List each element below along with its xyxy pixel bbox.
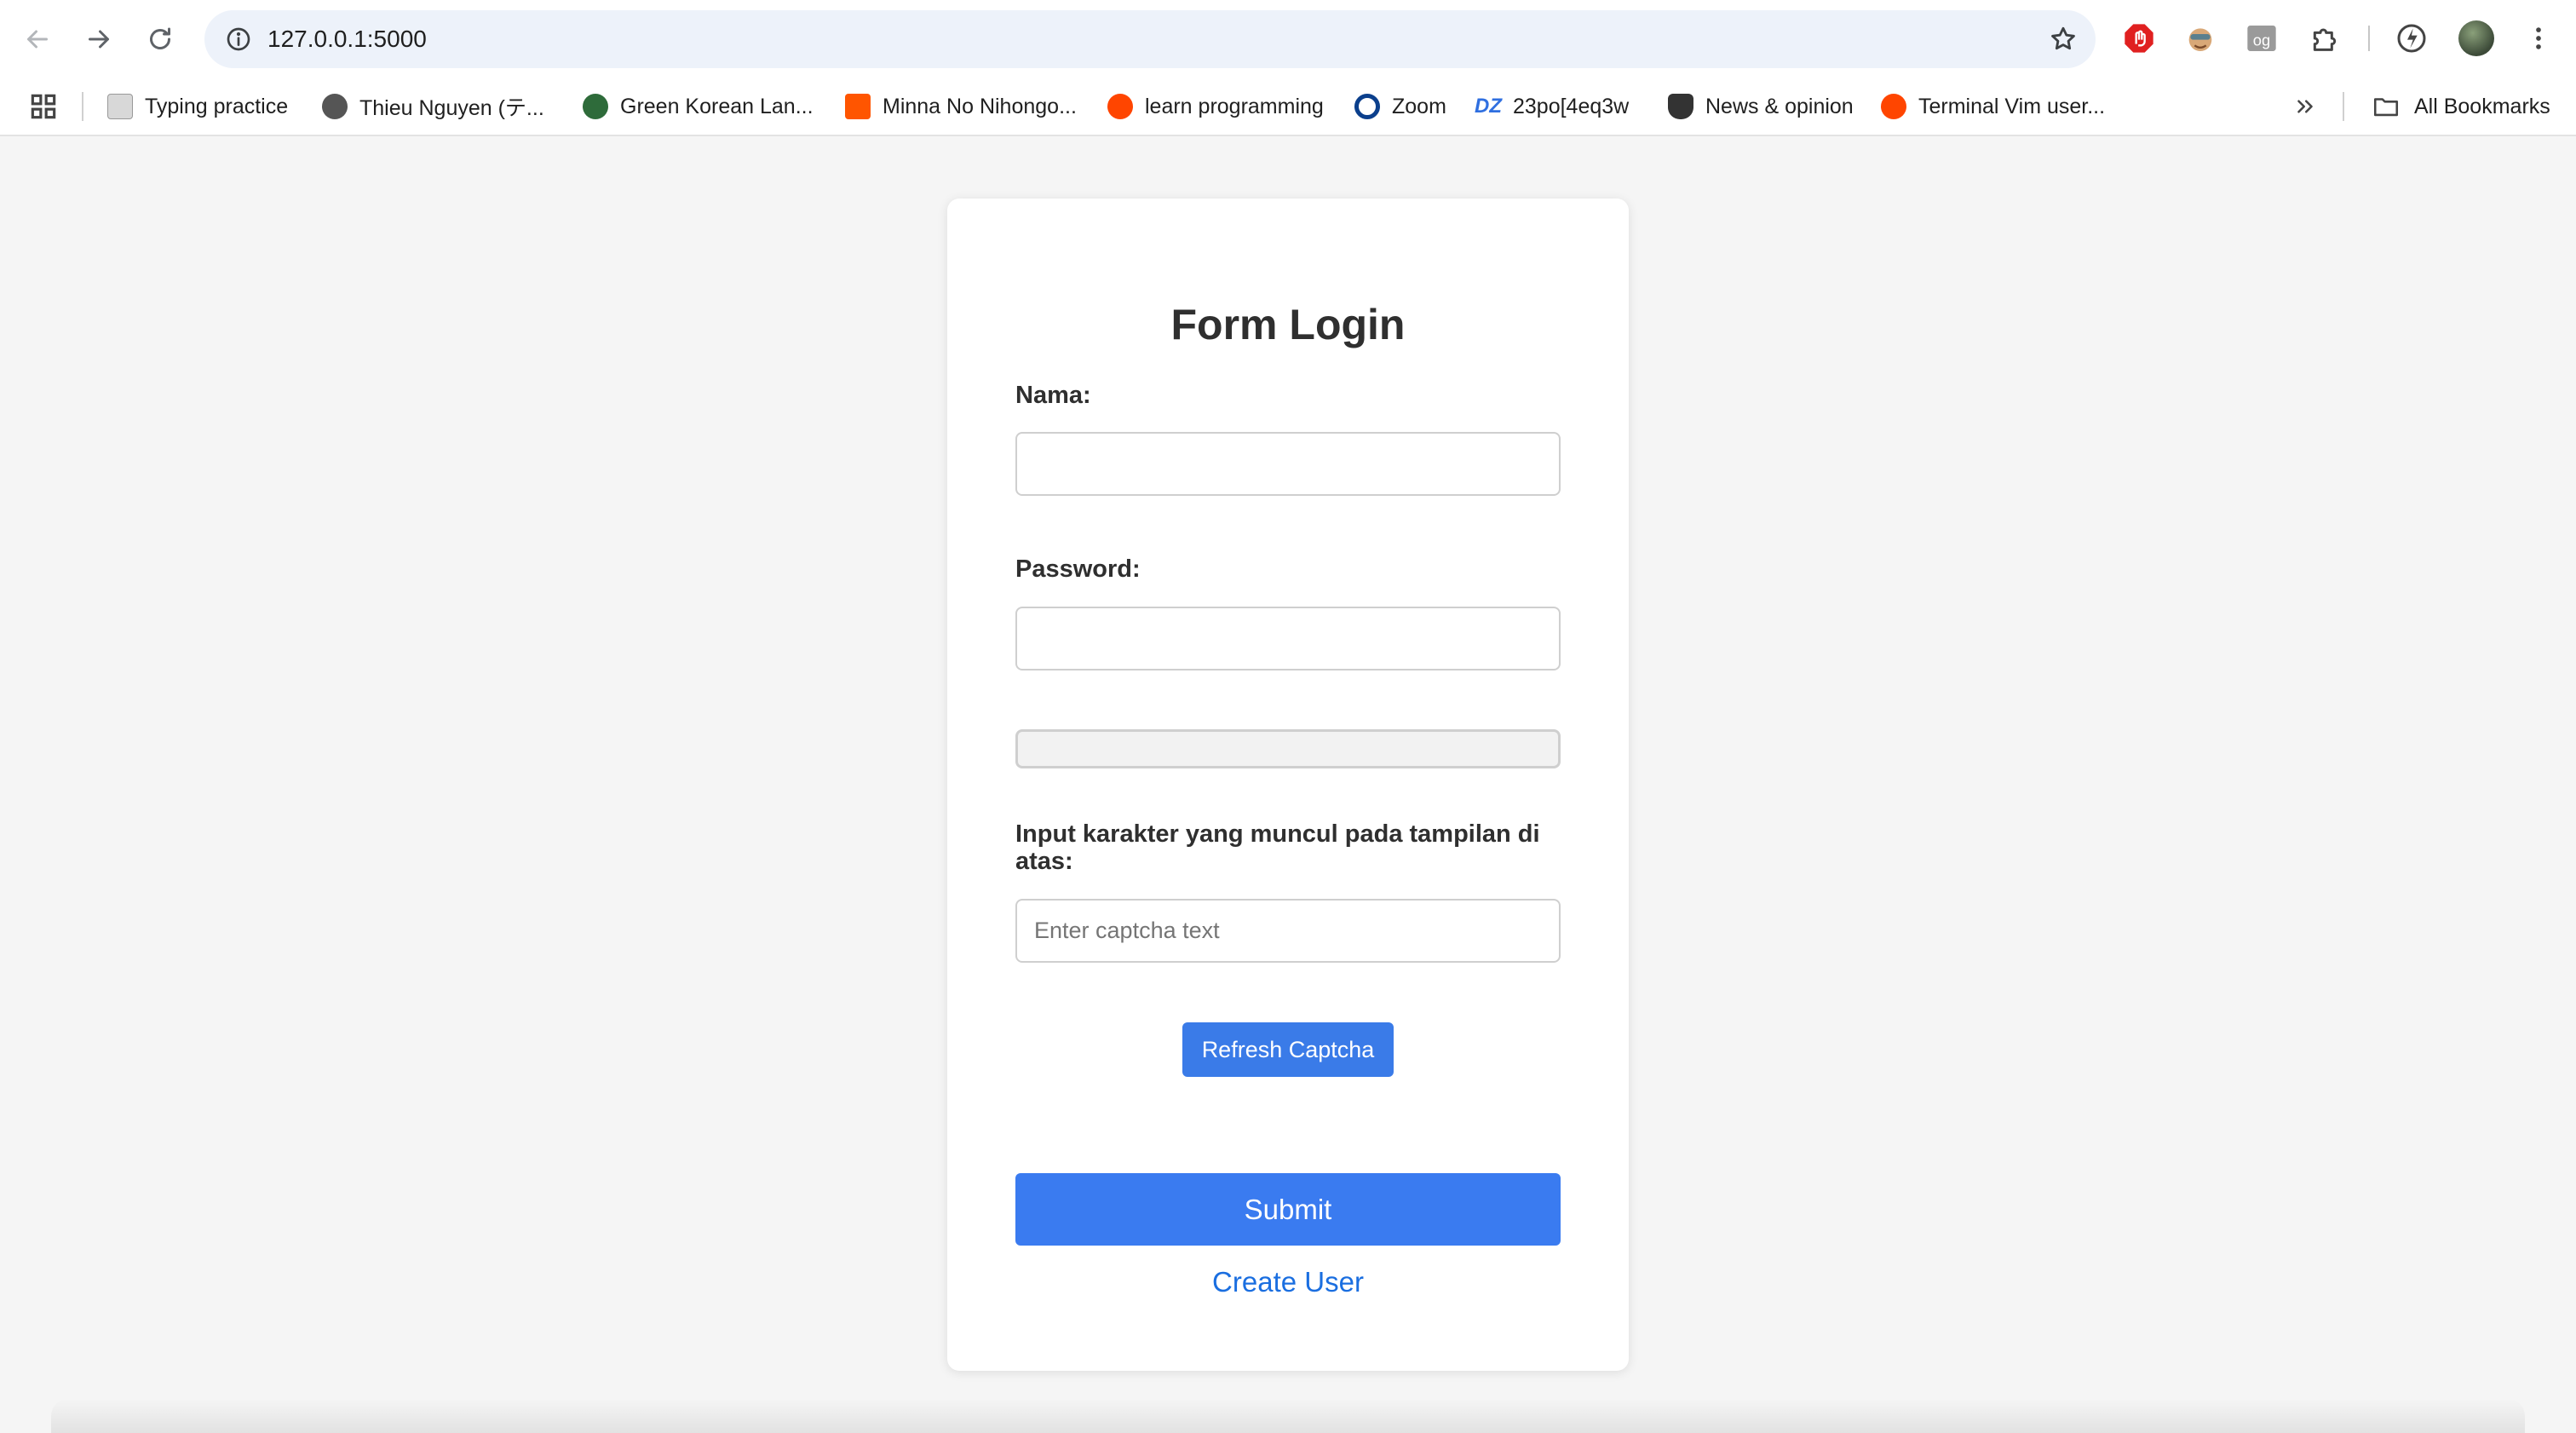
bookmark-typing-practice[interactable]: Typing practice (107, 77, 288, 136)
browser-toolbar: 127.0.0.1:5000 og (0, 0, 2576, 77)
site-info-icon[interactable] (221, 22, 256, 56)
reddit-favicon-icon (1107, 94, 1133, 119)
puzzle-extension-icon[interactable] (2305, 19, 2344, 58)
bookmark-label: learn programming (1145, 94, 1324, 118)
dz-favicon-icon: DZ (1475, 95, 1502, 118)
captcha-image (1015, 729, 1561, 768)
create-user-link[interactable]: Create User (947, 1265, 1629, 1299)
refresh-captcha-button[interactable]: Refresh Captcha (1182, 1022, 1394, 1077)
bookmark-label: Typing practice (145, 94, 289, 118)
form-title: Form Login (1170, 301, 1406, 348)
reddit-favicon-icon (1881, 94, 1906, 119)
submit-button[interactable]: Submit (1015, 1173, 1561, 1246)
bookmark-thieu-nguyen[interactable]: Thieu Nguyen (テ... (322, 77, 544, 136)
url-text[interactable]: 127.0.0.1:5000 (267, 10, 427, 68)
svg-text:og: og (2253, 31, 2270, 49)
reload-icon (150, 27, 170, 49)
browser-menu-icon[interactable] (2521, 19, 2556, 58)
bookmark-label: News & opinion (1705, 94, 1854, 118)
adblock-extension-icon[interactable] (2119, 19, 2159, 58)
window-bottom-shadow (51, 1399, 2525, 1433)
captcha-input[interactable] (1015, 899, 1561, 963)
performance-icon[interactable] (2392, 19, 2431, 58)
bookmark-terminal-vim[interactable]: Terminal Vim user... (1881, 77, 2105, 136)
bookmark-news-opinion[interactable]: News & opinion (1668, 77, 1854, 136)
profile-avatar[interactable] (2458, 20, 2494, 56)
login-card: Form Login Nama: Password: Input karakte… (947, 199, 1629, 1371)
globe-favicon-icon (322, 94, 348, 119)
bookmark-minna-no-nihongo[interactable]: Minna No Nihongo... (845, 77, 1077, 136)
password-input[interactable] (1015, 607, 1561, 670)
captcha-label: Input karakter yang muncul pada tampilan… (1015, 820, 1540, 875)
arrow-left-icon (27, 30, 48, 49)
address-bar[interactable]: 127.0.0.1:5000 (204, 10, 2096, 68)
bookmark-label: Terminal Vim user... (1918, 94, 2106, 118)
soundcloud-favicon-icon (845, 94, 871, 119)
reload-button[interactable] (136, 15, 184, 63)
password-label: Password: (1015, 555, 1141, 583)
forward-button[interactable] (75, 15, 123, 63)
name-label: Nama: (1015, 382, 1091, 409)
bookmark-label: Green Korean Lan... (620, 94, 814, 118)
og-extension-icon[interactable]: og (2242, 19, 2281, 58)
toolbar-separator (2368, 26, 2370, 51)
bookmarks-separator (2343, 92, 2344, 121)
bookmark-zoom[interactable]: Zoom (1354, 77, 1446, 136)
bookmarks-bar: Typing practice Thieu Nguyen (テ... Green… (0, 77, 2576, 136)
all-bookmarks-label: All Bookmarks (2414, 94, 2550, 118)
bookmark-23po4eq3w[interactable]: DZ 23po[4eq3w (1475, 77, 1629, 136)
arrow-right-icon (89, 30, 109, 49)
all-bookmarks-button[interactable]: All Bookmarks (2372, 77, 2550, 136)
bookmark-label: 23po[4eq3w (1513, 94, 1630, 118)
bookmark-label: Minna No Nihongo... (883, 94, 1077, 118)
bookmark-learn-programming[interactable]: learn programming (1107, 77, 1324, 136)
shield-favicon-icon (1668, 94, 1693, 119)
bookmark-star-icon[interactable] (2044, 20, 2082, 58)
bookmark-label: Thieu Nguyen (テ... (359, 96, 544, 120)
back-button[interactable] (14, 15, 61, 63)
zoom-favicon-icon (1354, 94, 1380, 119)
name-input[interactable] (1015, 432, 1561, 496)
bookmark-green-korean[interactable]: Green Korean Lan... (583, 77, 814, 136)
folder-icon (2373, 98, 2399, 117)
bookmarks-separator (82, 92, 83, 121)
bookmarks-overflow-chevron-icon[interactable] (2288, 90, 2322, 123)
typing-favicon-icon (107, 94, 133, 119)
face-extension-icon[interactable] (2181, 19, 2220, 58)
apps-grid-icon[interactable] (27, 90, 60, 123)
bookmark-label: Zoom (1392, 94, 1446, 118)
leaf-favicon-icon (583, 94, 608, 119)
